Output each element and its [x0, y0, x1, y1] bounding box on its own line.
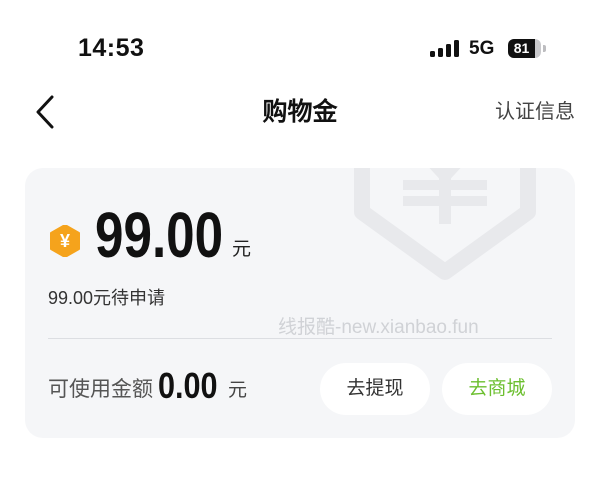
verification-info-link[interactable]: 认证信息 — [495, 100, 575, 124]
balance-unit: 元 — [232, 239, 252, 260]
status-time: 14:53 — [78, 34, 145, 62]
divider — [48, 338, 552, 339]
balance-card: ¥ 99.00 元 99.00元待申请 线报酷-new.xianbao.fun … — [25, 168, 575, 438]
go-to-mall-button[interactable]: 去商城 — [442, 363, 552, 415]
available-unit: 元 — [228, 380, 248, 401]
watermark-text: 线报酷-new.xianbao.fun — [278, 317, 479, 338]
withdraw-button[interactable]: 去提现 — [320, 363, 430, 415]
available-amount: 0.00 — [158, 365, 218, 406]
battery-level: 81 — [513, 40, 530, 56]
battery-icon: 81 — [508, 39, 541, 58]
network-type: 5G — [469, 38, 495, 59]
cellular-signal-icon — [430, 40, 460, 57]
coin-symbol: ¥ — [59, 231, 70, 251]
pending-amount-text: 99.00元待申请 — [48, 288, 166, 308]
available-label: 可使用金额 — [48, 378, 153, 401]
balance-amount: 99.00 — [95, 199, 224, 271]
yen-coin-icon: ¥ — [50, 225, 80, 257]
battery-tip — [543, 45, 546, 52]
